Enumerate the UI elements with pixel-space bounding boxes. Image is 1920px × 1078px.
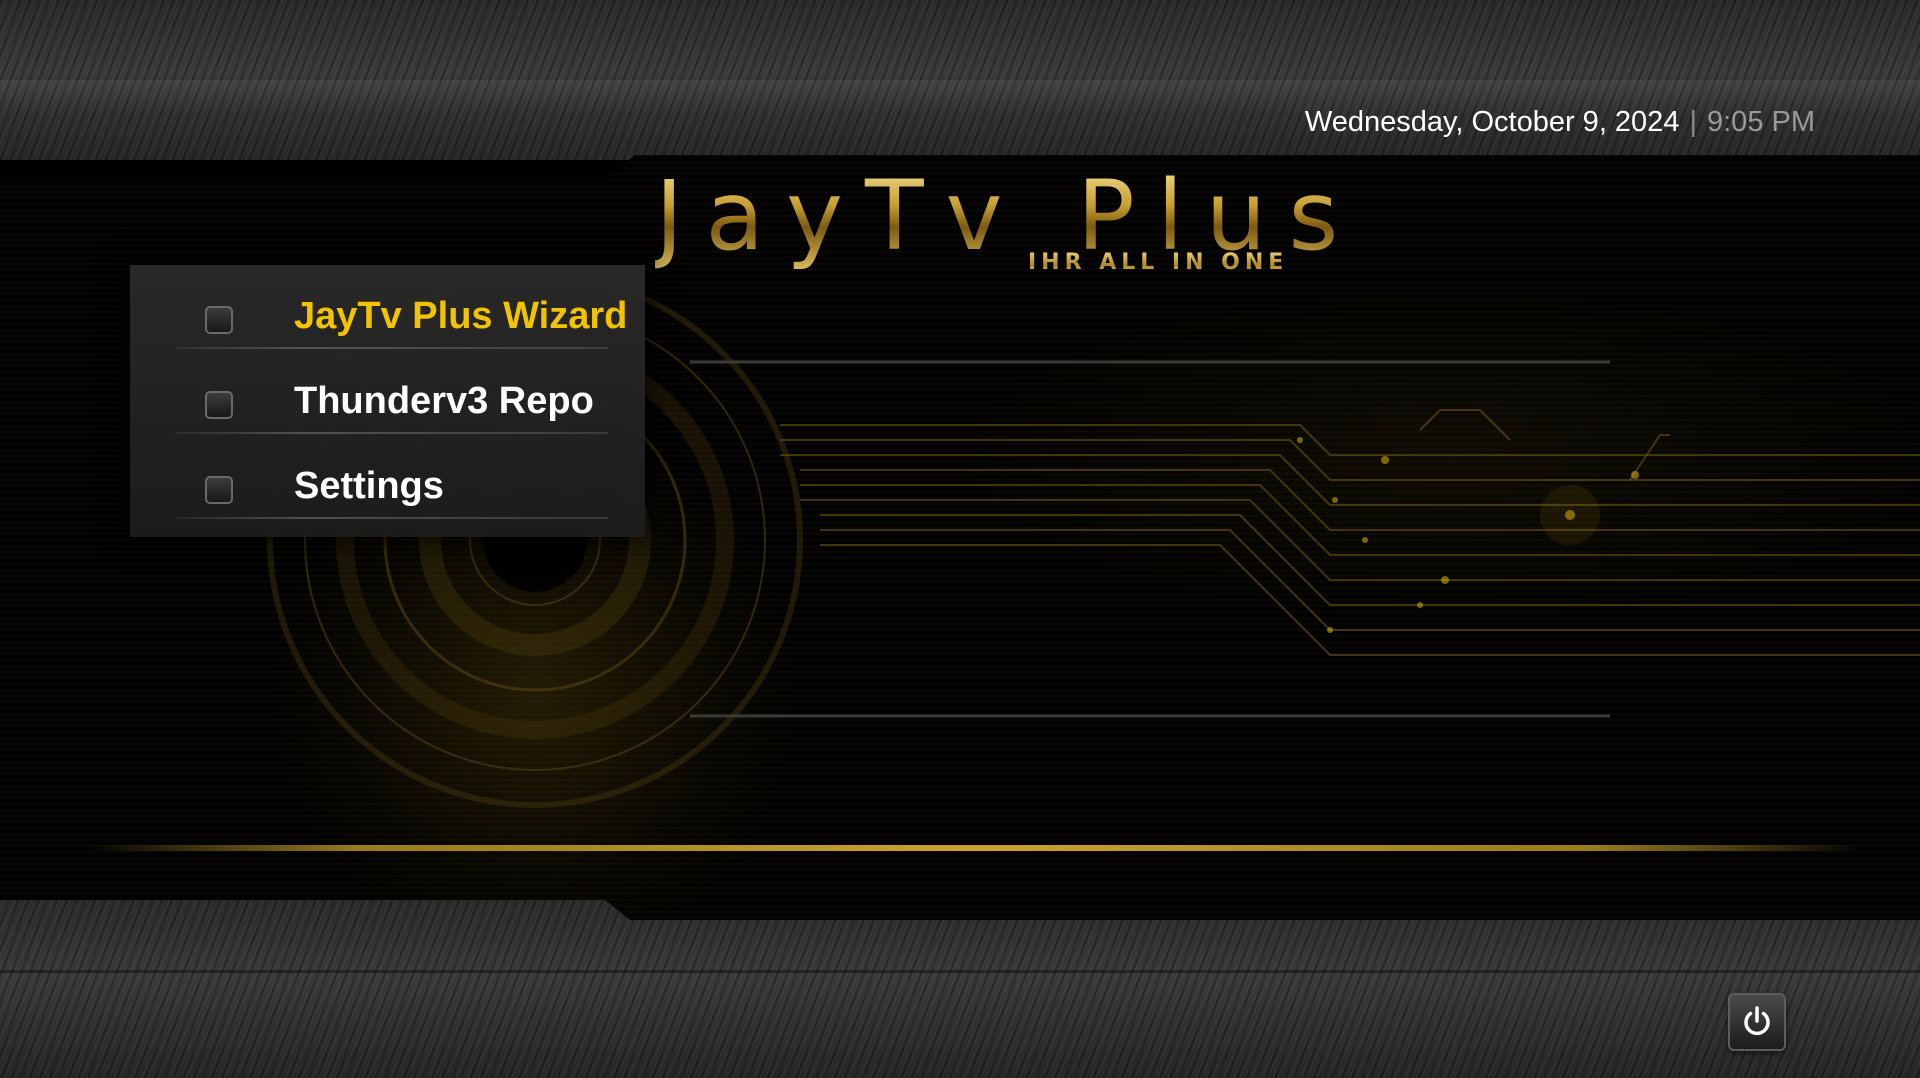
checkbox-icon: [205, 476, 233, 504]
menu-separator: [175, 517, 608, 519]
checkbox-icon: [205, 306, 233, 334]
power-icon: [1744, 1006, 1770, 1036]
date-text: Wednesday, October 9, 2024: [1304, 106, 1680, 138]
logo-subtitle: IHR ALL IN ONE: [1028, 250, 1289, 275]
menu-item-repo[interactable]: Thunderv3 Repo: [175, 350, 608, 434]
menu-item-label: JayTv Plus Wizard: [294, 295, 628, 337]
menu-separator: [175, 432, 608, 434]
menu-separator: [175, 347, 608, 349]
menu-item-label: Thunderv3 Repo: [294, 380, 594, 422]
time-text: 9:05 PM: [1707, 106, 1815, 138]
datetime: Wednesday, October 9, 2024 | 9:05 PM: [1305, 106, 1815, 139]
menu-item-wizard[interactable]: JayTv Plus Wizard: [175, 265, 627, 349]
checkbox-icon: [205, 391, 233, 419]
menu-item-settings[interactable]: Settings: [175, 435, 608, 519]
datetime-separator: |: [1689, 106, 1697, 138]
main-menu: JayTv Plus Wizard Thunderv3 Repo Setting…: [130, 265, 645, 537]
power-button[interactable]: [1728, 993, 1786, 1051]
menu-item-label: Settings: [294, 465, 444, 507]
gold-divider-line: [90, 845, 1860, 851]
